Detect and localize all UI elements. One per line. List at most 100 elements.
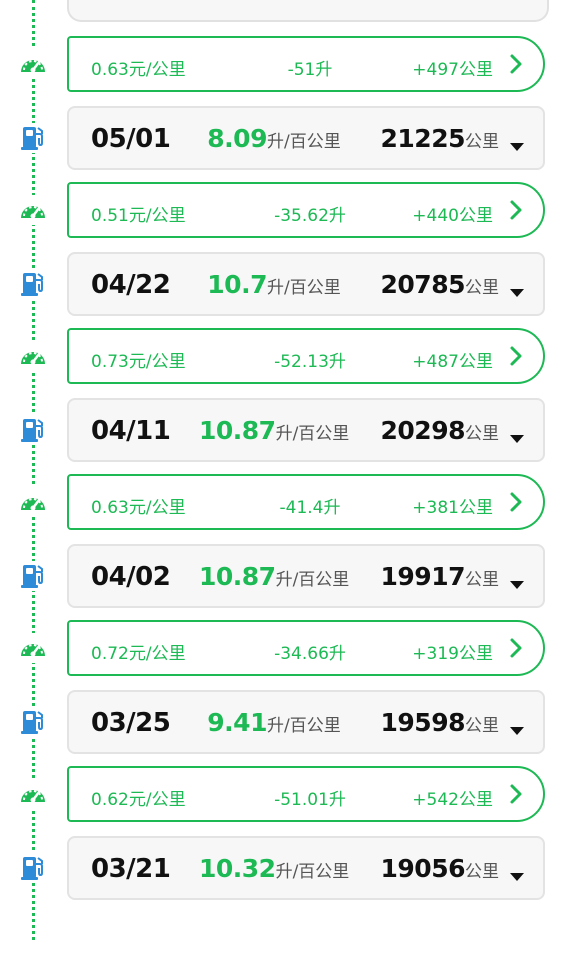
odometer-unit: 公里: [465, 716, 499, 736]
fill-date: 04/02: [91, 562, 171, 592]
fuel-pump-icon: [18, 123, 48, 153]
segment-summary-card[interactable]: 0.63元/公里 -51升 +497公里: [67, 36, 545, 92]
distance-driven: +497公里: [412, 60, 493, 80]
efficiency-unit: 升/百公里: [275, 862, 350, 882]
chevron-right-icon: [509, 344, 525, 372]
chevron-right-icon: [509, 636, 525, 664]
caret-down-icon[interactable]: [509, 138, 525, 157]
efficiency-unit: 升/百公里: [275, 424, 350, 444]
odometer-value: 19598: [380, 708, 466, 737]
efficiency-unit: 升/百公里: [266, 716, 341, 736]
fill-record-card[interactable]: 03/21 10.32升/百公里 19056公里: [67, 836, 545, 900]
odometer-unit: 公里: [465, 132, 499, 152]
fill-record-card[interactable]: 04/02 10.87升/百公里 19917公里: [67, 544, 545, 608]
odometer-unit: 公里: [465, 424, 499, 444]
distance-driven: +487公里: [412, 352, 493, 372]
fill-record-card[interactable]: 04/11 10.87升/百公里 20298公里: [67, 398, 545, 462]
efficiency-value: 9.41: [207, 708, 267, 737]
segment-row: 0.51元/公里 -35.62升 +440公里: [0, 182, 568, 238]
odometer: 19917公里: [381, 562, 499, 591]
odometer-value: 20785: [380, 270, 466, 299]
segment-summary-card[interactable]: 0.63元/公里 -41.4升 +381公里: [67, 474, 545, 530]
distance-driven: +319公里: [412, 644, 493, 664]
distance-driven: +440公里: [412, 206, 493, 226]
fuel-efficiency: 8.09升/百公里: [199, 124, 349, 153]
speedometer-icon: [18, 341, 48, 371]
fill-date: 04/11: [91, 416, 171, 446]
segment-row: 0.73元/公里 -52.13升 +487公里: [0, 328, 568, 384]
cost-per-km: 0.63元/公里: [91, 60, 186, 80]
odometer-value: 19917: [380, 562, 466, 591]
cost-per-km: 0.51元/公里: [91, 206, 186, 226]
chevron-right-icon: [509, 198, 525, 226]
odometer-value: 21225: [380, 124, 466, 153]
efficiency-unit: 升/百公里: [275, 570, 350, 590]
chevron-right-icon: [509, 52, 525, 80]
caret-down-icon[interactable]: [509, 722, 525, 741]
fuel-used: -52.13升: [274, 352, 346, 372]
odometer: 20785公里: [381, 270, 499, 299]
fuel-pump-icon: [18, 707, 48, 737]
fill-record-card[interactable]: 03/25 9.41升/百公里 19598公里: [67, 690, 545, 754]
fuel-efficiency: 10.87升/百公里: [199, 562, 349, 591]
segment-row: 0.62元/公里 -51.01升 +542公里: [0, 766, 568, 822]
chevron-right-icon: [509, 782, 525, 810]
segment-summary-card[interactable]: 0.51元/公里 -35.62升 +440公里: [67, 182, 545, 238]
fill-date: 04/22: [91, 270, 171, 300]
segment-row: 0.63元/公里 -41.4升 +381公里: [0, 474, 568, 530]
efficiency-value: 8.09: [207, 124, 267, 153]
fuel-used: -35.62升: [274, 206, 346, 226]
fuel-pump-icon: [18, 853, 48, 883]
fuel-efficiency: 9.41升/百公里: [199, 708, 349, 737]
cost-per-km: 0.63元/公里: [91, 498, 186, 518]
fuel-pump-icon: [18, 415, 48, 445]
segment-summary-card[interactable]: 0.73元/公里 -52.13升 +487公里: [67, 328, 545, 384]
odometer: 19598公里: [381, 708, 499, 737]
fuel-used: -51.01升: [274, 790, 346, 810]
cost-per-km: 0.73元/公里: [91, 352, 186, 372]
fill-record-row: 04/22 10.7升/百公里 20785公里: [0, 252, 568, 316]
segment-row: 0.63元/公里 -51升 +497公里: [0, 36, 568, 92]
efficiency-unit: 升/百公里: [266, 278, 341, 298]
fuel-efficiency: 10.87升/百公里: [199, 416, 349, 445]
caret-down-icon[interactable]: [509, 868, 525, 887]
fuel-pump-icon: [18, 561, 48, 591]
fuel-used: -41.4升: [279, 498, 341, 518]
chevron-right-icon: [509, 490, 525, 518]
caret-down-icon[interactable]: [509, 430, 525, 449]
fill-record-row: 03/25 9.41升/百公里 19598公里: [0, 690, 568, 754]
efficiency-value: 10.32: [199, 854, 276, 883]
fill-date: 03/21: [91, 854, 171, 884]
segment-summary-card[interactable]: 0.62元/公里 -51.01升 +542公里: [67, 766, 545, 822]
fill-record-row: 04/02 10.87升/百公里 19917公里: [0, 544, 568, 608]
odometer-unit: 公里: [465, 570, 499, 590]
speedometer-icon: [18, 633, 48, 663]
distance-driven: +542公里: [412, 790, 493, 810]
fuel-efficiency: 10.32升/百公里: [199, 854, 349, 883]
odometer-value: 20298: [380, 416, 466, 445]
fill-record-row: 04/11 10.87升/百公里 20298公里: [0, 398, 568, 462]
fill-date: 03/25: [91, 708, 171, 738]
speedometer-icon: [18, 779, 48, 809]
fuel-record-list: 0.63元/公里 -51升 +497公里 05/01 8.09升/百公里 212…: [0, 0, 568, 960]
fuel-pump-icon: [18, 269, 48, 299]
odometer-unit: 公里: [465, 278, 499, 298]
fill-date: 05/01: [91, 124, 171, 154]
odometer-value: 19056: [380, 854, 466, 883]
fill-record-card[interactable]: 05/01 8.09升/百公里 21225公里: [67, 106, 545, 170]
segment-summary-card[interactable]: 0.72元/公里 -34.66升 +319公里: [67, 620, 545, 676]
caret-down-icon[interactable]: [509, 576, 525, 595]
odometer: 21225公里: [381, 124, 499, 153]
fuel-efficiency: 10.7升/百公里: [199, 270, 349, 299]
distance-driven: +381公里: [412, 498, 493, 518]
speedometer-icon: [18, 49, 48, 79]
odometer: 19056公里: [381, 854, 499, 883]
efficiency-value: 10.87: [199, 562, 276, 591]
fuel-used: -51升: [287, 60, 333, 80]
speedometer-icon: [18, 195, 48, 225]
efficiency-value: 10.7: [207, 270, 267, 299]
odometer: 20298公里: [381, 416, 499, 445]
caret-down-icon[interactable]: [509, 284, 525, 303]
fill-record-card[interactable]: 04/22 10.7升/百公里 20785公里: [67, 252, 545, 316]
odometer-unit: 公里: [465, 862, 499, 882]
